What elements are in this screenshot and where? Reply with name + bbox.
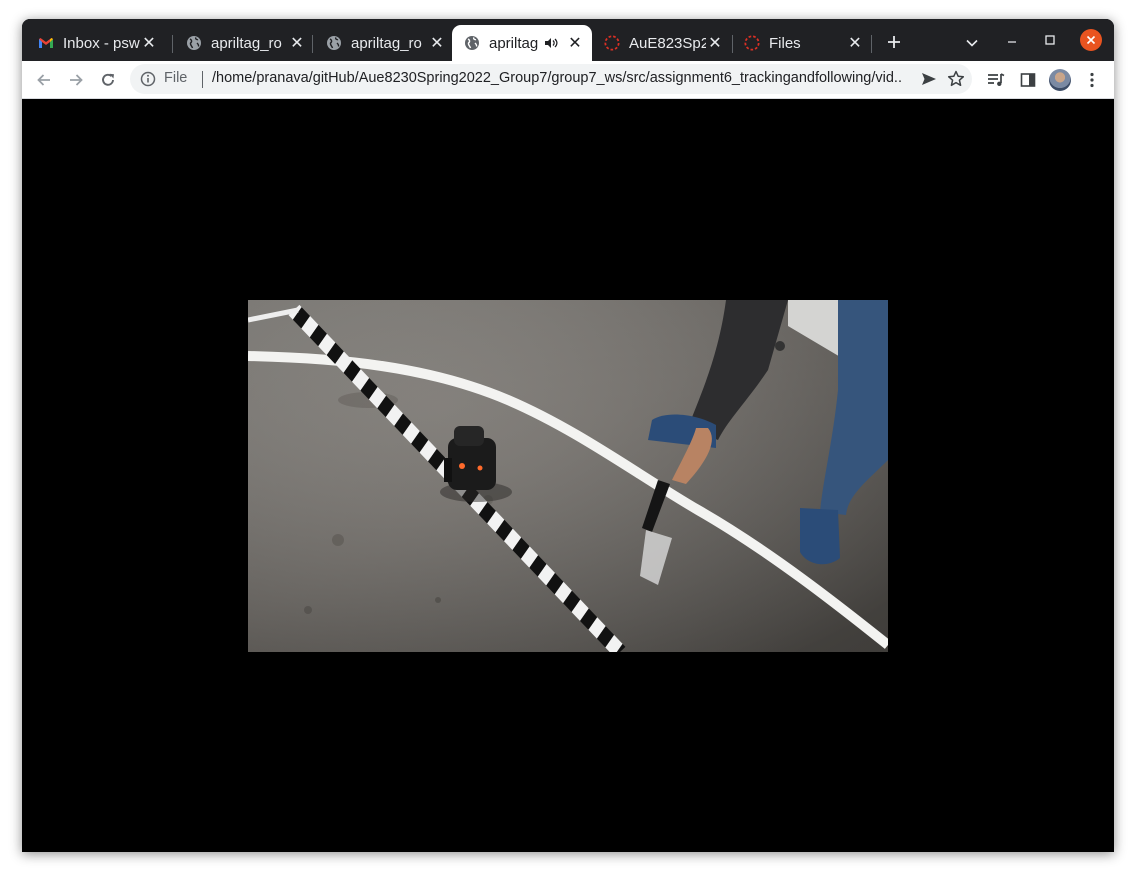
tab-files[interactable]: Files ✕ [732,25,872,61]
video-frame [248,300,888,652]
window-close-button[interactable] [1080,29,1102,51]
arrow-right-icon [70,74,83,86]
loading-icon [604,35,620,51]
loading-icon [744,35,760,51]
browser-window: Inbox - psw ✕ apriltag_ro ✕ apriltag_ro … [22,19,1114,852]
speaker-icon[interactable] [544,36,558,50]
close-icon[interactable]: ✕ [428,34,446,52]
plus-icon [888,36,900,48]
info-icon[interactable] [140,71,156,87]
globe-icon [186,35,202,51]
close-icon[interactable]: ✕ [706,34,724,52]
globe-icon [326,35,342,51]
toolbar: File /home/pranava/gitHub/Aue8230Spring2… [22,61,1114,99]
chevron-down-icon [966,39,978,47]
side-panel-icon [1020,73,1036,87]
close-icon[interactable]: ✕ [288,34,306,52]
reload-icon [102,73,114,86]
close-icon [1086,35,1096,45]
maximize-icon [1045,35,1055,45]
send-icon[interactable] [920,70,938,88]
video-player[interactable] [248,300,888,652]
close-icon[interactable]: ✕ [846,34,864,52]
tab-title: apriltag [489,34,539,52]
page-viewport [22,99,1114,852]
maximize-button[interactable] [1040,30,1060,50]
back-button[interactable] [32,68,56,92]
tab-divider [312,35,313,53]
address-bar[interactable]: File /home/pranava/gitHub/Aue8230Spring2… [130,64,972,94]
tab-search-button[interactable] [962,33,982,53]
queue-music-icon [988,73,1005,86]
media-controls-button[interactable] [984,68,1008,92]
minimize-icon [1008,41,1016,43]
omnibox-divider [202,71,203,88]
forward-button[interactable] [64,68,88,92]
profile-avatar[interactable] [1049,69,1071,91]
new-tab-button[interactable] [884,32,904,52]
tab-strip: Inbox - psw ✕ apriltag_ro ✕ apriltag_ro … [22,19,1114,61]
side-panel-button[interactable] [1016,68,1040,92]
minimize-button[interactable] [1002,32,1022,52]
gmail-icon [38,35,54,51]
tab-title: apriltag_ro [351,34,422,52]
tab-divider [871,35,872,53]
url-text[interactable]: /home/pranava/gitHub/Aue8230Spring2022_G… [212,70,902,86]
star-icon[interactable] [946,69,966,89]
menu-button[interactable] [1080,68,1104,92]
arrow-left-icon [37,74,50,86]
tab-title: Inbox - psw [63,34,140,52]
reload-button[interactable] [96,68,120,92]
tab-aue823[interactable]: AuE823Sp2 ✕ [592,25,732,61]
tab-apriltag-2[interactable]: apriltag_ro ✕ [314,25,454,61]
close-icon[interactable]: ✕ [140,34,158,52]
tab-title: AuE823Sp2 [629,34,706,52]
globe-icon [464,35,480,51]
url-scheme-label: File [164,70,188,86]
more-vert-icon [1090,72,1094,88]
tab-apriltag-1[interactable]: apriltag_ro ✕ [174,25,314,61]
tab-title: apriltag_ro [211,34,282,52]
close-icon[interactable]: ✕ [566,34,584,52]
tab-title: Files [769,34,801,52]
tab-divider [172,35,173,53]
tab-apriltag-active[interactable]: apriltag ✕ [452,25,592,61]
tab-inbox[interactable]: Inbox - psw ✕ [26,25,166,61]
